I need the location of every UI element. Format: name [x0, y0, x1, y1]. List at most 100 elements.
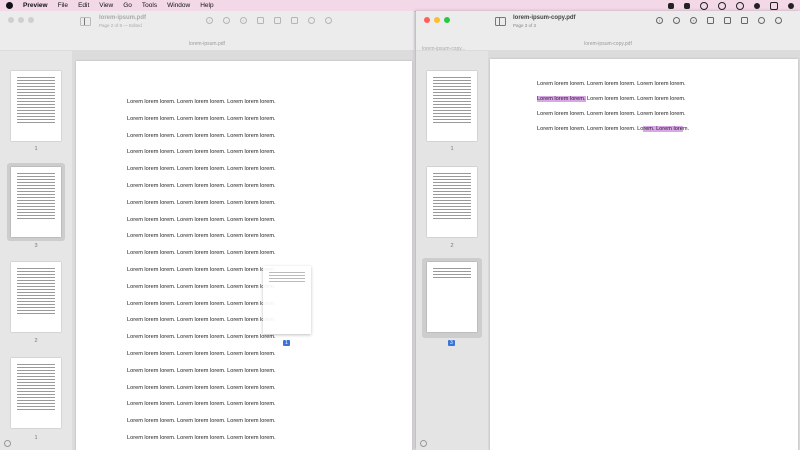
add-page-icon[interactable] — [420, 440, 427, 447]
thumbnail-text-line — [17, 385, 55, 386]
right-preview-window: lorem-ipsum-copy.pdf Page 3 of 3 i - + l… — [416, 11, 800, 450]
thumbnail-text-line — [17, 185, 55, 186]
thumbnail-text-line — [433, 212, 471, 213]
zoom-in-icon[interactable]: + — [690, 17, 697, 24]
text-line: Lorem lorem lorem. Lorem lorem lorem. Lo… — [127, 99, 276, 105]
thumbnail-page-number: 2 — [450, 243, 454, 249]
right-tab-label: lorem-ipsum-copy.pdf — [416, 39, 800, 51]
zoom-in-icon[interactable]: + — [240, 17, 247, 24]
dragged-page-thumbnail[interactable] — [263, 266, 311, 334]
thumbnail-text-line — [17, 304, 55, 305]
thumbnail-text-line — [17, 203, 55, 204]
wifi-icon[interactable] — [736, 1, 744, 10]
thumbnail-text-line — [17, 268, 55, 269]
highlighted-text[interactable]: rem. Lorem lore — [643, 126, 683, 132]
thumbnail-text-line — [17, 376, 55, 377]
search-icon[interactable] — [325, 17, 332, 24]
thumbnail-text-line — [433, 194, 471, 195]
pdf-page: Lorem lorem lorem. Lorem lorem lorem. Lo… — [76, 61, 412, 450]
thumbnail-text-line — [17, 191, 55, 192]
siri-icon[interactable] — [788, 2, 794, 9]
thumbnail-text-line — [17, 113, 55, 114]
thumbnail-text-line — [17, 83, 55, 84]
thumbnail-text-line — [433, 95, 471, 96]
zoom-button[interactable] — [28, 17, 34, 23]
thumbnail-text-line — [17, 382, 55, 383]
annotate-icon[interactable] — [758, 17, 765, 24]
menu-help[interactable]: Help — [200, 2, 213, 9]
thumbnail-page[interactable] — [427, 71, 477, 141]
left-document-view[interactable]: Lorem lorem lorem. Lorem lorem lorem. Lo… — [72, 51, 414, 450]
thumbnail-text-line — [17, 310, 55, 311]
share-icon[interactable] — [257, 17, 264, 24]
left-window-controls — [8, 17, 34, 23]
thumbnail-text-line — [17, 271, 55, 272]
minimize-button[interactable] — [434, 17, 440, 23]
search-icon[interactable] — [775, 17, 782, 24]
thumbnail-text-line — [17, 373, 55, 374]
info-icon[interactable]: i — [206, 17, 213, 24]
control-center-icon[interactable] — [770, 1, 778, 10]
highlighted-text[interactable]: Lorem lorem lorem. — [537, 96, 586, 102]
info-icon[interactable]: i — [656, 17, 663, 24]
text-line: Lorem lorem lorem. Lorem lorem lorem. Lo… — [127, 132, 276, 139]
menu-tools[interactable]: Tools — [142, 2, 157, 9]
text-line: Lorem lorem lorem. Lorem lorem lorem. Lo… — [537, 111, 686, 117]
status-circle-icon[interactable] — [700, 1, 708, 10]
close-button[interactable] — [424, 17, 430, 23]
status-a-icon[interactable] — [684, 2, 690, 9]
right-document-subtitle: Page 3 of 3 — [513, 23, 537, 28]
thumbnail-text-line — [433, 200, 471, 201]
share-icon[interactable] — [707, 17, 714, 24]
thumbnail-page[interactable] — [427, 262, 477, 332]
menu-window[interactable]: Window — [167, 2, 190, 9]
spotlight-search-icon[interactable] — [754, 2, 760, 9]
thumbnail-page[interactable] — [11, 71, 61, 141]
left-toolbar: lorem-ipsum.pdf Page 2 of 8 — Edited i -… — [0, 11, 414, 39]
zoom-out-icon[interactable]: - — [673, 17, 680, 24]
text-line: Lorem lorem lorem. Lorem lorem lorem. Lo… — [127, 283, 276, 290]
thumbnail-text-line — [433, 122, 471, 123]
thumbnail-page[interactable] — [427, 167, 477, 237]
zoom-out-icon[interactable]: - — [223, 17, 230, 24]
menu-file[interactable]: File — [58, 2, 68, 9]
rotate-icon[interactable] — [741, 17, 748, 24]
thumbnail-text-line — [433, 215, 471, 216]
bluetooth-icon[interactable] — [718, 1, 726, 10]
thumbnail-page[interactable] — [11, 167, 61, 237]
thumbnail-text-line — [17, 295, 55, 296]
sidebar-toggle-icon[interactable] — [80, 17, 91, 26]
zoom-button[interactable] — [444, 17, 450, 23]
thumbnail-text-line — [17, 194, 55, 195]
menu-go[interactable]: Go — [123, 2, 132, 9]
close-button[interactable] — [8, 17, 14, 23]
rotate-icon[interactable] — [291, 17, 298, 24]
thumbnail-text-line — [17, 89, 55, 90]
left-tab-label: lorem-ipsum.pdf — [0, 39, 414, 51]
thumbnail-text-line — [433, 203, 471, 204]
menu-edit[interactable]: Edit — [78, 2, 89, 9]
thumbnail-text-line — [17, 206, 55, 207]
thumbnail-text-line — [433, 274, 471, 275]
thumbnail-page[interactable] — [11, 358, 61, 428]
minimize-button[interactable] — [18, 17, 24, 23]
sidebar-toggle-icon[interactable] — [495, 17, 506, 26]
text-line: Lorem lorem lorem. Lorem lorem lorem. Lo… — [537, 126, 689, 132]
add-page-icon[interactable] — [4, 440, 11, 447]
right-document-view[interactable]: Lorem lorem lorem. Lorem lorem lorem. Lo… — [488, 51, 800, 450]
menu-app-name[interactable]: Preview — [23, 2, 48, 9]
thumbnail-page-number: 2 — [34, 338, 38, 344]
status-app-icon[interactable] — [668, 2, 674, 9]
annotate-icon[interactable] — [308, 17, 315, 24]
thumbnail-text-line — [17, 298, 55, 299]
thumbnail-text-line — [17, 95, 55, 96]
menu-view[interactable]: View — [99, 2, 113, 9]
text-line: Lorem lorem lorem. Lorem lorem lorem. Lo… — [127, 166, 276, 173]
markup-icon[interactable] — [274, 17, 281, 24]
thumbnail-text-line — [269, 281, 305, 282]
apple-logo-icon[interactable] — [6, 2, 13, 9]
markup-icon[interactable] — [724, 17, 731, 24]
thumbnail-page[interactable] — [11, 262, 61, 332]
thumbnail-text-line — [433, 188, 471, 189]
thumbnail-text-line — [433, 185, 471, 186]
